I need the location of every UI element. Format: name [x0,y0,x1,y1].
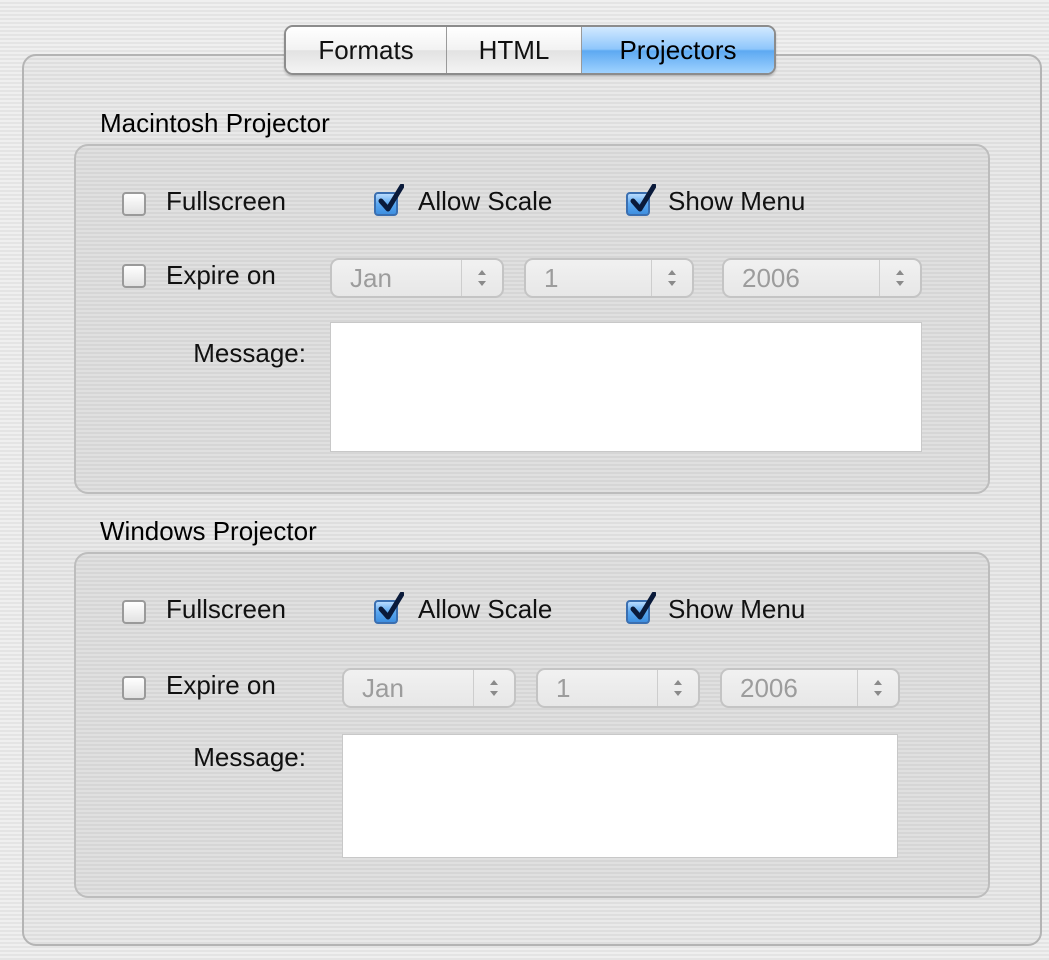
stepper-arrows-icon[interactable] [879,260,920,296]
mac-show-menu-label: Show Menu [668,186,806,216]
mac-section-title: Macintosh Projector [100,108,330,138]
mac-day-value: 1 [544,263,559,293]
win-fullscreen-checkbox[interactable] [122,600,146,624]
mac-expire-checkbox[interactable] [122,264,146,288]
tab-formats[interactable]: Formats [286,27,447,73]
mac-year-value: 2006 [742,263,800,293]
win-expire-label: Expire on [166,670,276,700]
mac-allow-scale-checkbox[interactable] [374,184,404,216]
win-show-menu-label: Show Menu [668,594,806,624]
mac-message-label: Message: [193,338,306,368]
win-fullscreen-label: Fullscreen [166,594,286,624]
stepper-arrows-icon[interactable] [461,260,502,296]
mac-month-stepper[interactable]: Jan [330,258,504,298]
win-year-stepper[interactable]: 2006 [720,668,900,708]
win-expire-checkbox[interactable] [122,676,146,700]
mac-day-stepper[interactable]: 1 [524,258,694,298]
stepper-arrows-icon[interactable] [473,670,514,706]
stepper-arrows-icon[interactable] [651,260,692,296]
mac-month-value: Jan [350,263,392,293]
checkmark-icon [630,184,656,212]
mac-expire-label: Expire on [166,260,276,290]
win-month-value: Jan [362,673,404,703]
win-show-menu-checkbox[interactable] [626,592,656,624]
win-month-stepper[interactable]: Jan [342,668,516,708]
tab-bar: Formats HTML Projectors [284,25,776,75]
mac-fullscreen-label: Fullscreen [166,186,286,216]
mac-year-stepper[interactable]: 2006 [722,258,922,298]
stepper-arrows-icon[interactable] [857,670,898,706]
mac-show-menu-checkbox[interactable] [626,184,656,216]
stepper-arrows-icon[interactable] [657,670,698,706]
win-section-title: Windows Projector [100,516,317,546]
checkmark-icon [630,592,656,620]
checkmark-icon [378,592,404,620]
win-day-stepper[interactable]: 1 [536,668,700,708]
tab-projectors[interactable]: Projectors [582,27,774,73]
checkmark-icon [378,184,404,212]
mac-message-field[interactable] [330,322,922,452]
win-allow-scale-checkbox[interactable] [374,592,404,624]
win-day-value: 1 [556,673,571,703]
mac-allow-scale-label: Allow Scale [418,186,553,216]
win-year-value: 2006 [740,673,798,703]
tab-html[interactable]: HTML [447,27,582,73]
win-message-label: Message: [193,742,306,772]
win-allow-scale-label: Allow Scale [418,594,553,624]
mac-fullscreen-checkbox[interactable] [122,192,146,216]
win-message-field[interactable] [342,734,898,858]
